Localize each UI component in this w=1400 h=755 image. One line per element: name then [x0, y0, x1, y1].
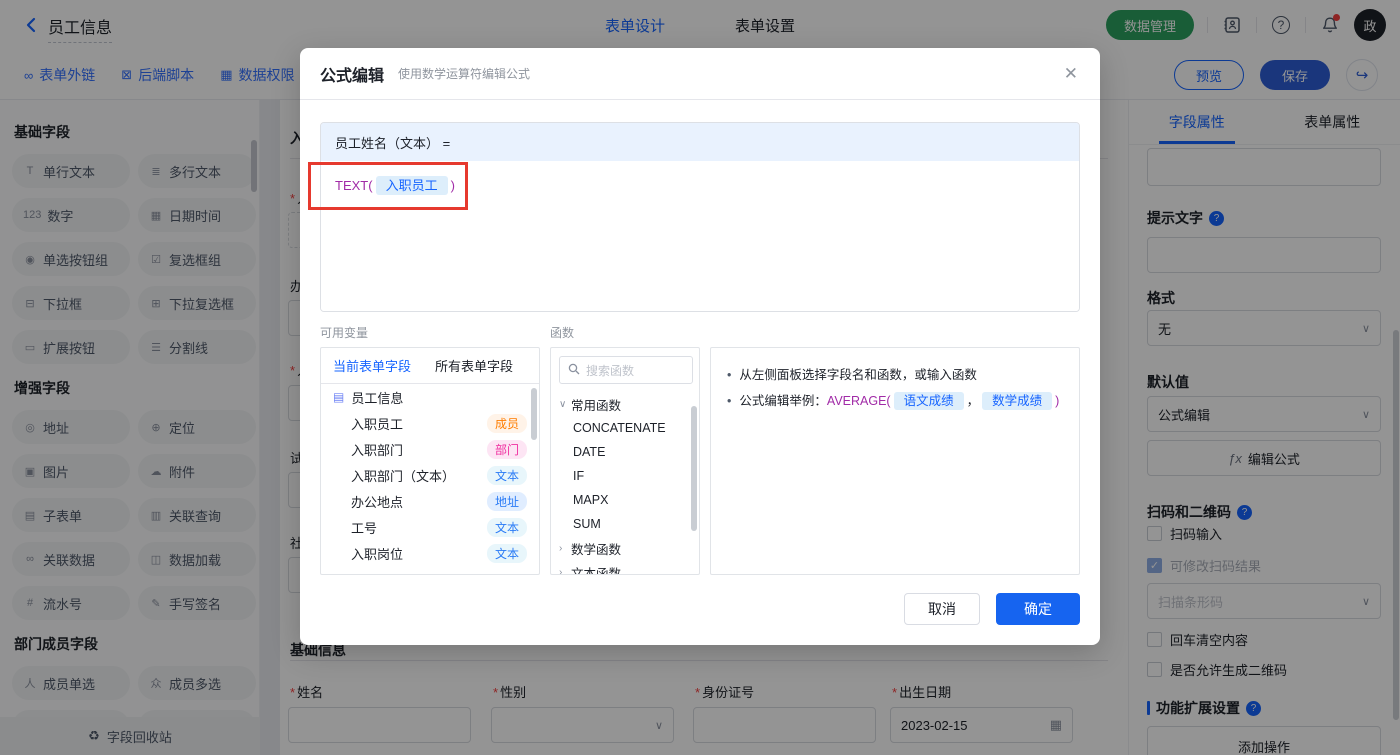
app-root: 员工信息 表单设计 表单设置 数据管理 ? 政 ∞ 表单外链 ⊠ 后端脚本 ▦ 数据权限 … — [0, 0, 1400, 755]
variable-item[interactable]: 入职部门 部门 — [321, 436, 539, 462]
functions-label: 函数 — [550, 326, 575, 340]
chevron-down-icon: ∨ — [559, 398, 567, 410]
variable-name: 入职部门（文本） — [351, 468, 456, 484]
function-item-MAPX[interactable]: MAPX — [551, 488, 699, 512]
variable-type-tag: 文本 — [486, 465, 527, 485]
variable-tabs: 当前表单字段 所有表单字段 — [321, 348, 539, 384]
variable-item[interactable]: 工号 文本 — [321, 514, 539, 540]
function-group-label: 数学函数 — [571, 542, 622, 557]
function-item-CONCATENATE[interactable]: CONCATENATE — [551, 416, 699, 440]
function-group-数学函数[interactable]: › 数学函数 — [551, 536, 699, 560]
variable-form-row[interactable]: ▤ 员工信息 — [321, 384, 539, 410]
function-group-常用函数[interactable]: ∨ 常用函数 — [551, 392, 699, 416]
variables-panel: 当前表单字段 所有表单字段 ▤ 员工信息入职员工 成员入职部门 部门入职部门（文本） 文… — [320, 347, 540, 575]
variable-name: 办公地点 — [351, 494, 404, 510]
chevron-right-icon: › — [559, 542, 563, 554]
form-doc-icon: ▤ — [333, 390, 345, 404]
function-tree: ∨ 常用函数 CONCATENATE DATE IF MAPX SUM › 数学函数 › 文本函数 — [551, 392, 699, 575]
function-group-label: 常用函数 — [571, 398, 622, 413]
variable-item[interactable]: 入职岗位 文本 — [321, 540, 539, 566]
chevron-right-icon: › — [559, 566, 563, 575]
variable-item[interactable]: 办公地点 地址 — [321, 488, 539, 514]
search-placeholder: 搜索函数 — [586, 363, 635, 378]
tab-current-form-fields[interactable]: 当前表单字段 — [333, 356, 411, 375]
function-item-DATE[interactable]: DATE — [551, 440, 699, 464]
formula-editor: 员工姓名（文本） = TEXT(入职员工) — [320, 122, 1080, 312]
modal-subtitle: 使用数学运算符编辑公式 — [398, 67, 531, 81]
variable-type-tag: 地址 — [486, 491, 527, 511]
variables-scrollbar[interactable] — [531, 388, 537, 440]
cancel-button[interactable]: 取消 — [904, 593, 980, 625]
variable-type-tag: 部门 — [486, 439, 527, 459]
variable-type-tag: 成员 — [486, 413, 527, 433]
modal-header: 公式编辑 使用数学运算符编辑公式 — [300, 48, 1100, 100]
formula-edit-modal: 公式编辑 使用数学运算符编辑公式 ✕ 员工姓名（文本） = TEXT(入职员工)… — [300, 48, 1100, 645]
function-item-SUM[interactable]: SUM — [551, 512, 699, 536]
tab-all-form-fields[interactable]: 所有表单字段 — [435, 356, 513, 375]
modal-title: 公式编辑 — [320, 67, 385, 85]
formula-target: 员工姓名（文本） = — [321, 123, 1079, 161]
variable-name: 入职部门 — [351, 442, 404, 458]
functions-panel: 搜索函数 ∨ 常用函数 CONCATENATE DATE IF MAPX SUM › 数学函数 ›… — [550, 347, 700, 575]
variable-name: 入职员工 — [351, 416, 404, 432]
example-field-chip: 数学成绩 — [982, 392, 1053, 410]
variable-item[interactable]: 入职部门（文本） 文本 — [321, 462, 539, 488]
formula-help-panel: • 从左侧面板选择字段名和函数，或输入函数 • 公式编辑举例：AVERAGE(语文… — [710, 347, 1080, 575]
function-search-input[interactable]: 搜索函数 — [559, 356, 693, 384]
annotation-red-box — [308, 162, 468, 210]
variables-label: 可用变量 — [320, 326, 369, 340]
search-icon — [568, 363, 580, 378]
function-item-IF[interactable]: IF — [551, 464, 699, 488]
variable-name: 入职岗位 — [351, 546, 404, 562]
function-group-文本函数[interactable]: › 文本函数 — [551, 560, 699, 575]
help-tip-2: • 公式编辑举例：AVERAGE(语文成绩，数学成绩) — [727, 392, 1060, 410]
variable-item[interactable]: 入职员工 成员 — [321, 410, 539, 436]
example-field-chip: 语文成绩 — [893, 392, 964, 410]
variable-list: ▤ 员工信息 入职员工 成员 入职部门 部门 入职部门（文本） 文本 办公地点 地址 工号 文本 入职岗… — [321, 384, 539, 566]
variable-type-tag: 文本 — [486, 543, 527, 563]
function-group-label: 文本函数 — [571, 566, 622, 575]
close-icon[interactable]: ✕ — [1064, 64, 1078, 84]
confirm-button[interactable]: 确定 — [996, 593, 1080, 625]
variable-form-name: 员工信息 — [351, 390, 404, 406]
variable-type-tag: 文本 — [486, 517, 527, 537]
functions-scrollbar[interactable] — [691, 406, 697, 531]
help-tip-1: • 从左侧面板选择字段名和函数，或输入函数 — [727, 368, 977, 382]
variable-name: 工号 — [351, 520, 378, 536]
